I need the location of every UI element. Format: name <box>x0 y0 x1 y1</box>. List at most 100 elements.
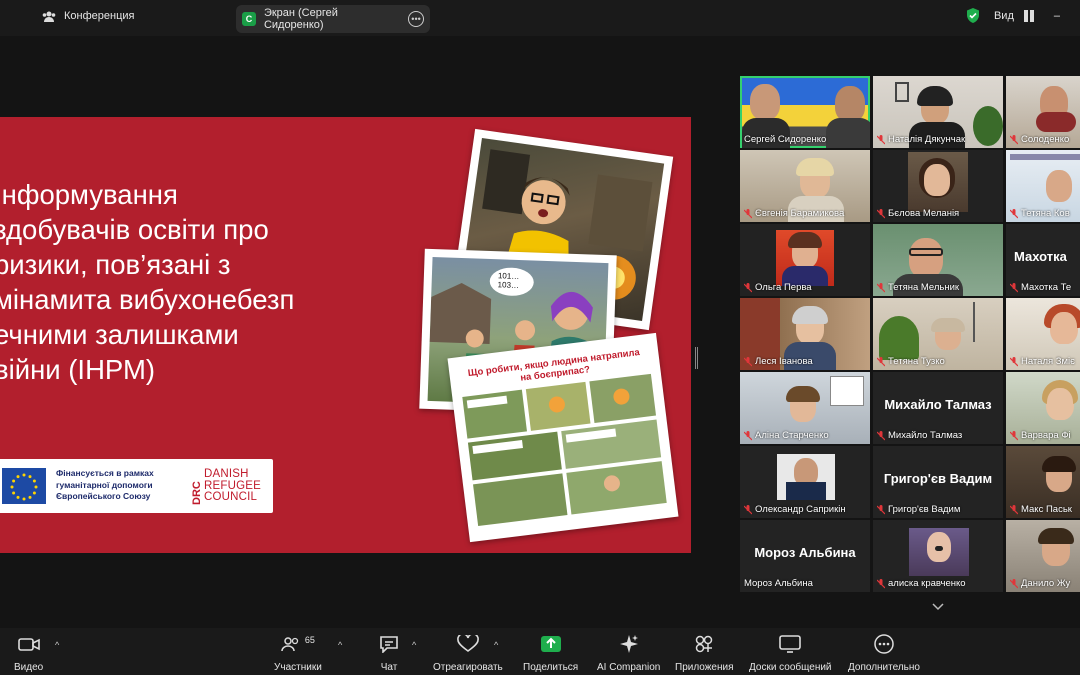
participant-tile[interactable]: Ольга Перва <box>740 224 870 296</box>
apps-icon <box>696 635 713 653</box>
video-camera-icon <box>17 638 40 651</box>
mic-muted-icon <box>1009 134 1019 145</box>
drc-logo-text: DANISH REFUGEE COUNCIL <box>204 468 261 503</box>
participant-tile[interactable]: Бєлова Меланія <box>873 150 1003 222</box>
participant-tile[interactable]: Наталя Зміє <box>1006 298 1080 370</box>
zoom-meeting-window: Конференция С Экран (Сергей Сидоренко) •… <box>0 0 1080 675</box>
react-button[interactable]: Отреагировать <box>433 632 503 673</box>
participant-tile[interactable]: Михайло Талмаз Михайло Талмаз <box>873 372 1003 444</box>
participant-tile[interactable]: Олександр Саприкін <box>740 446 870 518</box>
participant-name-placeholder: Махотка <box>1014 249 1067 264</box>
funding-text: Фінансується в рамках гуманітарної допомо… <box>56 468 154 501</box>
whiteboard-icon <box>779 635 802 653</box>
participant-name: Михайло Талмаз <box>876 430 962 441</box>
participant-tile[interactable]: Мороз Альбина Мороз Альбина <box>740 520 870 592</box>
participants-button[interactable]: 65 Участники <box>274 632 322 673</box>
participant-name: Солоденко <box>1009 134 1069 145</box>
participant-tile[interactable]: Данило Жу <box>1006 520 1080 592</box>
mic-muted-icon <box>1009 356 1019 367</box>
video-options-caret-icon[interactable]: ^ <box>55 640 59 650</box>
meeting-toolbar: Видео ^ 65 Участники ^ Чат ^ Отреагирова… <box>0 628 1080 675</box>
participant-name: Наталя Зміє <box>1009 356 1075 367</box>
participant-tile[interactable]: Тетяна Тузко <box>873 298 1003 370</box>
mic-muted-icon <box>876 430 886 441</box>
heart-icon <box>457 635 479 652</box>
participant-name: Бєлова Меланія <box>876 208 959 219</box>
meeting-info[interactable]: Конференция <box>42 10 134 22</box>
participants-icon <box>281 637 299 652</box>
whiteboards-button[interactable]: Доски сообщений <box>749 632 832 673</box>
participant-tile[interactable]: Макс Паськ <box>1006 446 1080 518</box>
gallery-scroll-down-icon[interactable] <box>925 600 951 618</box>
mic-muted-icon <box>876 504 886 515</box>
mic-muted-icon <box>1009 504 1019 515</box>
participant-tile[interactable]: Наталія Дякунчак <box>873 76 1003 148</box>
participant-tile[interactable]: Григор'єв Вадим Григор'єв Вадим <box>873 446 1003 518</box>
participant-name: алиска кравченко <box>876 578 966 589</box>
chat-button[interactable]: Чат <box>379 632 399 673</box>
screen-share-indicator[interactable]: С Экран (Сергей Сидоренко) ••• <box>236 5 430 33</box>
mic-muted-icon <box>876 578 886 589</box>
share-screen-icon <box>540 636 561 652</box>
react-options-caret-icon[interactable]: ^ <box>494 640 498 650</box>
meeting-icon <box>42 11 56 22</box>
participant-name: Тетяна Ков <box>1009 208 1070 219</box>
participant-name: Наталія Дякунчак <box>876 134 965 145</box>
participant-name: Євгенія Барамикова <box>743 208 844 219</box>
participant-tile[interactable]: Аліна Старченко <box>740 372 870 444</box>
apps-button[interactable]: Приложения <box>675 632 734 673</box>
participant-name: Данило Жу <box>1009 578 1070 589</box>
participant-tile[interactable]: Солоденко <box>1006 76 1080 148</box>
participant-tile[interactable]: Тетяна Ков <box>1006 150 1080 222</box>
participant-name: Леся Іванова <box>743 356 813 367</box>
drc-logo-mark: DRC <box>191 481 202 505</box>
more-button[interactable]: Дополнительно <box>848 632 920 673</box>
slide-title: Інформування здобувачів освіти про ризики,… <box>0 179 295 385</box>
top-bar: Конференция С Экран (Сергей Сидоренко) •… <box>0 0 1080 36</box>
panel-resize-handle[interactable] <box>695 347 698 369</box>
video-button[interactable]: Видео <box>14 632 43 673</box>
participant-name-placeholder: Григор'єв Вадим <box>883 471 993 486</box>
comic-photo-bottom: Що робити, якщо людина натрапила на боєпр… <box>447 332 679 543</box>
participant-tile[interactable]: Махотка Махотка Те <box>1006 224 1080 296</box>
mic-muted-icon <box>876 134 886 145</box>
participant-name: Макс Паськ <box>1009 504 1072 515</box>
participant-tile[interactable]: Євгенія Барамикова <box>740 150 870 222</box>
mic-muted-icon <box>1009 208 1019 219</box>
share-screen-button[interactable]: Поделиться <box>523 632 578 673</box>
ai-companion-button[interactable]: AI Companion <box>597 632 660 673</box>
participant-name: Махотка Те <box>1009 282 1071 293</box>
funding-logo-box: Фінансується в рамках гуманітарної допомо… <box>0 459 273 513</box>
minimize-icon[interactable]: – <box>1054 10 1060 22</box>
svg-text:DRC: DRC <box>191 481 202 505</box>
participant-name: Варвара Фі <box>1009 430 1071 441</box>
chat-icon <box>380 636 398 653</box>
participants-options-caret-icon[interactable]: ^ <box>338 640 342 650</box>
participant-tile[interactable]: Тетяна Мельник <box>873 224 1003 296</box>
participant-name-placeholder: Мороз Альбина <box>754 545 856 560</box>
shield-icon[interactable] <box>966 8 980 23</box>
participant-name: Сергей Сидоренко <box>744 134 827 145</box>
more-options-icon[interactable]: ••• <box>408 11 424 27</box>
participant-tile[interactable]: Сергей Сидоренко <box>740 76 870 148</box>
participants-count: 65 <box>304 635 315 645</box>
participant-name: Олександр Саприкін <box>743 504 846 515</box>
mic-muted-icon <box>1009 282 1019 293</box>
participant-name: Мороз Альбина <box>744 578 813 589</box>
participant-name: Ольга Перва <box>743 282 812 293</box>
mic-muted-icon <box>743 504 753 515</box>
participant-tile[interactable]: Леся Іванова <box>740 298 870 370</box>
participant-name: Тетяна Тузко <box>876 356 945 367</box>
chat-options-caret-icon[interactable]: ^ <box>412 640 416 650</box>
mic-muted-icon <box>876 208 886 219</box>
view-label[interactable]: Вид <box>994 10 1014 22</box>
mic-muted-icon <box>1009 430 1019 441</box>
participant-tile[interactable]: алиска кравченко <box>873 520 1003 592</box>
mic-muted-icon <box>743 356 753 367</box>
view-grid-icon[interactable] <box>1023 9 1034 22</box>
eu-flag-icon <box>2 468 46 504</box>
mic-muted-icon <box>876 282 886 293</box>
participant-gallery: Сергей Сидоренко Наталія Дякунчак Солоде… <box>740 76 1080 596</box>
more-icon <box>874 634 894 654</box>
participant-tile[interactable]: Варвара Фі <box>1006 372 1080 444</box>
